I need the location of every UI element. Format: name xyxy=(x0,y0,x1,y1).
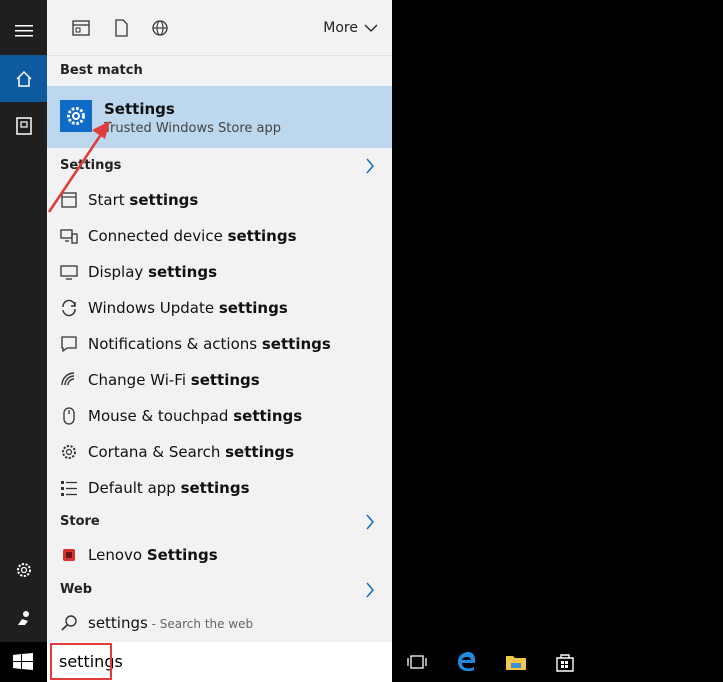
result-prefix: Lenovo xyxy=(88,546,147,564)
settings-app-icon xyxy=(60,100,92,132)
best-match-header: Best match xyxy=(60,63,143,78)
store-section-header: Store xyxy=(60,514,100,529)
feedback-icon xyxy=(17,610,29,625)
chevron-down-icon xyxy=(364,24,378,32)
result-prefix: Cortana & Search xyxy=(88,443,226,461)
best-match-settings-app[interactable]: Settings Trusted Windows Store app xyxy=(47,86,392,148)
feedback-button[interactable] xyxy=(0,594,47,641)
web-search-result[interactable]: settings - Search the web xyxy=(47,605,392,641)
store-button[interactable] xyxy=(551,648,579,676)
more-filters-button[interactable]: More xyxy=(323,20,378,36)
settings-result-item[interactable]: Start settings xyxy=(47,182,392,218)
result-match: settings xyxy=(261,335,331,353)
result-prefix: Default app xyxy=(88,479,181,497)
web-section-header: Web xyxy=(60,582,92,597)
start-rail xyxy=(0,0,47,642)
search-icon xyxy=(60,614,78,632)
notebook-button[interactable] xyxy=(0,102,47,149)
web-hint: - Search the web xyxy=(147,617,254,631)
settings-result-item[interactable]: Windows Update settings xyxy=(47,290,392,326)
web-filter-icon[interactable] xyxy=(150,18,170,38)
default-apps-icon xyxy=(60,479,78,497)
store-bag-icon xyxy=(556,654,574,672)
gear-icon xyxy=(16,562,31,577)
result-prefix: Windows Update xyxy=(88,299,219,317)
wifi-icon xyxy=(60,371,78,389)
task-view-icon xyxy=(407,655,427,669)
home-button[interactable] xyxy=(0,55,47,102)
device-icon xyxy=(60,227,78,245)
result-match: Settings xyxy=(146,546,218,564)
notebook-icon xyxy=(15,116,32,135)
result-prefix: Mouse & touchpad xyxy=(88,407,234,425)
result-match: settings xyxy=(227,227,297,245)
display-icon xyxy=(60,263,78,281)
search-highlight-box xyxy=(50,643,112,680)
result-prefix: Display xyxy=(88,263,149,281)
mouse-icon xyxy=(60,407,78,425)
settings-result-item[interactable]: Connected device settings xyxy=(47,218,392,254)
settings-result-item[interactable]: Display settings xyxy=(47,254,392,290)
lenovo-settings-result[interactable]: Lenovo Settings xyxy=(47,537,392,573)
documents-filter-icon[interactable] xyxy=(111,18,131,38)
rail-settings-button[interactable] xyxy=(0,546,47,593)
chevron-right-icon[interactable] xyxy=(364,158,376,174)
start-button[interactable] xyxy=(13,653,33,675)
result-prefix: Start xyxy=(88,191,130,209)
result-prefix: Connected device xyxy=(88,227,228,245)
notifications-icon xyxy=(60,335,78,353)
hamburger-menu-button[interactable] xyxy=(0,7,47,54)
result-match: settings xyxy=(225,443,295,461)
windows-logo-icon xyxy=(13,653,33,670)
result-match: settings xyxy=(190,371,260,389)
more-label: More xyxy=(323,20,358,36)
home-icon xyxy=(15,70,32,87)
settings-result-item[interactable]: Notifications & actions settings xyxy=(47,326,392,362)
result-match: settings xyxy=(148,263,217,281)
update-icon xyxy=(60,299,78,317)
start-icon xyxy=(60,191,78,209)
web-query: settings xyxy=(88,614,148,632)
best-match-title: Settings xyxy=(104,100,175,118)
settings-result-item[interactable]: Default app settings xyxy=(47,470,392,506)
edge-button[interactable] xyxy=(453,648,481,676)
settings-section-header: Settings xyxy=(60,158,122,173)
result-match: settings xyxy=(180,479,250,497)
best-match-subtitle: Trusted Windows Store app xyxy=(104,121,281,136)
settings-result-item[interactable]: Mouse & touchpad settings xyxy=(47,398,392,434)
result-match: settings xyxy=(218,299,288,317)
hamburger-icon xyxy=(14,24,33,36)
result-match: settings xyxy=(129,191,199,209)
settings-result-item[interactable]: Cortana & Search settings xyxy=(47,434,392,470)
chevron-right-icon[interactable] xyxy=(364,514,376,530)
folder-icon xyxy=(506,656,526,670)
gear-icon xyxy=(60,443,78,461)
lenovo-icon xyxy=(60,546,78,564)
task-view-button[interactable] xyxy=(403,648,431,676)
apps-filter-icon[interactable] xyxy=(71,18,91,38)
edge-icon xyxy=(458,652,476,672)
result-match: settings xyxy=(233,407,303,425)
result-prefix: Change Wi-Fi xyxy=(88,371,191,389)
result-prefix: Notifications & actions xyxy=(88,335,262,353)
file-explorer-button[interactable] xyxy=(502,648,530,676)
filter-bar: More xyxy=(47,0,392,56)
chevron-right-icon[interactable] xyxy=(364,582,376,598)
search-results-panel: More Best match Settings Trusted Windows… xyxy=(47,0,392,642)
settings-result-item[interactable]: Change Wi-Fi settings xyxy=(47,362,392,398)
